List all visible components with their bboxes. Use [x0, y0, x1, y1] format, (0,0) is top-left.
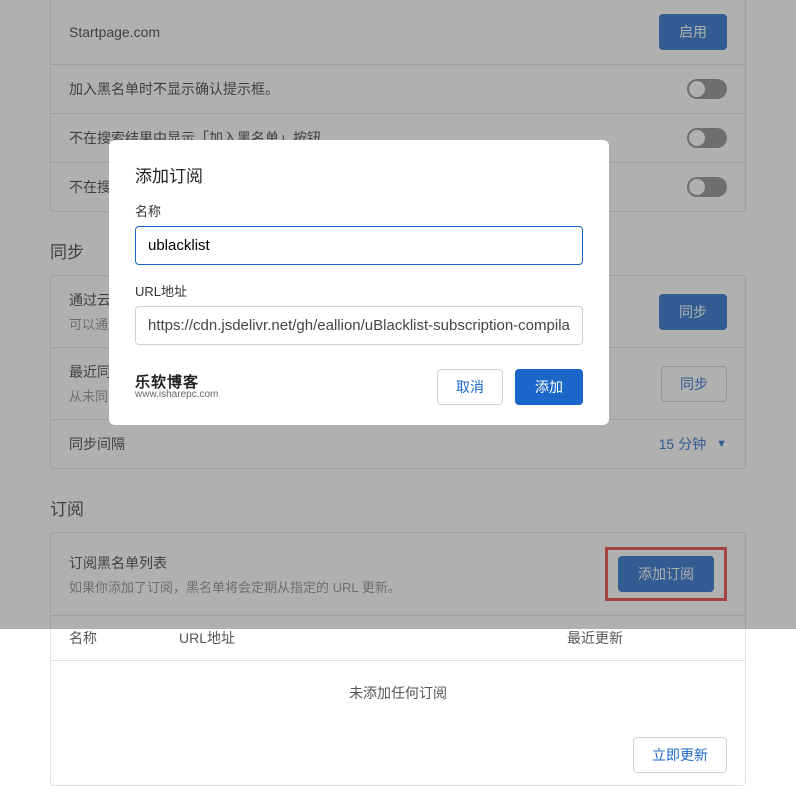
th-url: URL地址 [179, 628, 567, 648]
watermark: 乐软博客 www.isharepc.com [135, 375, 218, 400]
modal-title: 添加订阅 [135, 162, 583, 187]
watermark-top: 乐软博客 [135, 375, 218, 390]
watermark-bot: www.isharepc.com [135, 390, 218, 400]
th-update: 最近更新 [567, 628, 727, 648]
modal-name-input[interactable] [135, 226, 583, 265]
modal-cancel-button[interactable]: 取消 [437, 369, 503, 405]
modal-name-label: 名称 [135, 201, 583, 220]
subs-footer: 立即更新 [51, 725, 745, 785]
update-now-button[interactable]: 立即更新 [633, 737, 727, 773]
modal-url-input[interactable] [135, 306, 583, 345]
add-subscription-modal: 添加订阅 名称 URL地址 乐软博客 www.isharepc.com 取消 添… [109, 140, 609, 425]
modal-add-button[interactable]: 添加 [515, 369, 583, 405]
th-name: 名称 [69, 628, 179, 648]
modal-url-label: URL地址 [135, 281, 583, 300]
subs-empty: 未添加任何订阅 [51, 661, 745, 725]
